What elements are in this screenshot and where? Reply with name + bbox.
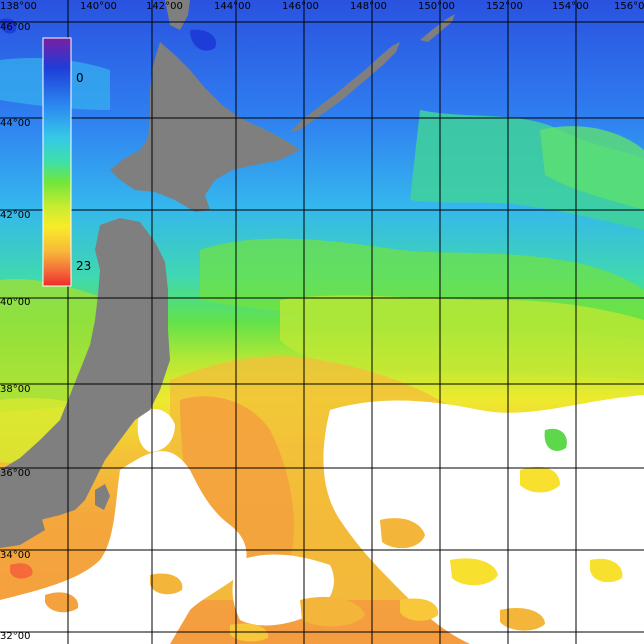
lat-label: 40°00 xyxy=(0,297,30,308)
color-bar-min-label: 0 xyxy=(76,71,84,85)
lon-label: 144°00 xyxy=(214,1,251,12)
sst-map: 138°00 140°00 142°00 144°00 146°00 148°0… xyxy=(0,0,644,644)
lon-label: 142°00 xyxy=(146,1,183,12)
lat-label: 42°00 xyxy=(0,210,30,221)
lat-label: 34°00 xyxy=(0,550,30,561)
lon-label: 146°00 xyxy=(282,1,319,12)
lon-label: 156°0 xyxy=(614,1,644,12)
lon-label: 152°00 xyxy=(486,1,523,12)
color-bar-max-label: 23 xyxy=(76,259,91,273)
lat-label: 44°00 xyxy=(0,118,30,129)
lat-label: 36°00 xyxy=(0,468,30,479)
lat-label: 46°00 xyxy=(0,22,30,33)
lon-label: 138°00 xyxy=(0,1,37,12)
lon-label: 154°00 xyxy=(552,1,589,12)
lon-label: 148°00 xyxy=(350,1,387,12)
lat-label: 38°00 xyxy=(0,384,30,395)
lat-label: 32°00 xyxy=(0,631,30,642)
color-bar-gradient xyxy=(42,37,72,287)
lon-label: 140°00 xyxy=(80,1,117,12)
lon-label: 150°00 xyxy=(418,1,455,12)
